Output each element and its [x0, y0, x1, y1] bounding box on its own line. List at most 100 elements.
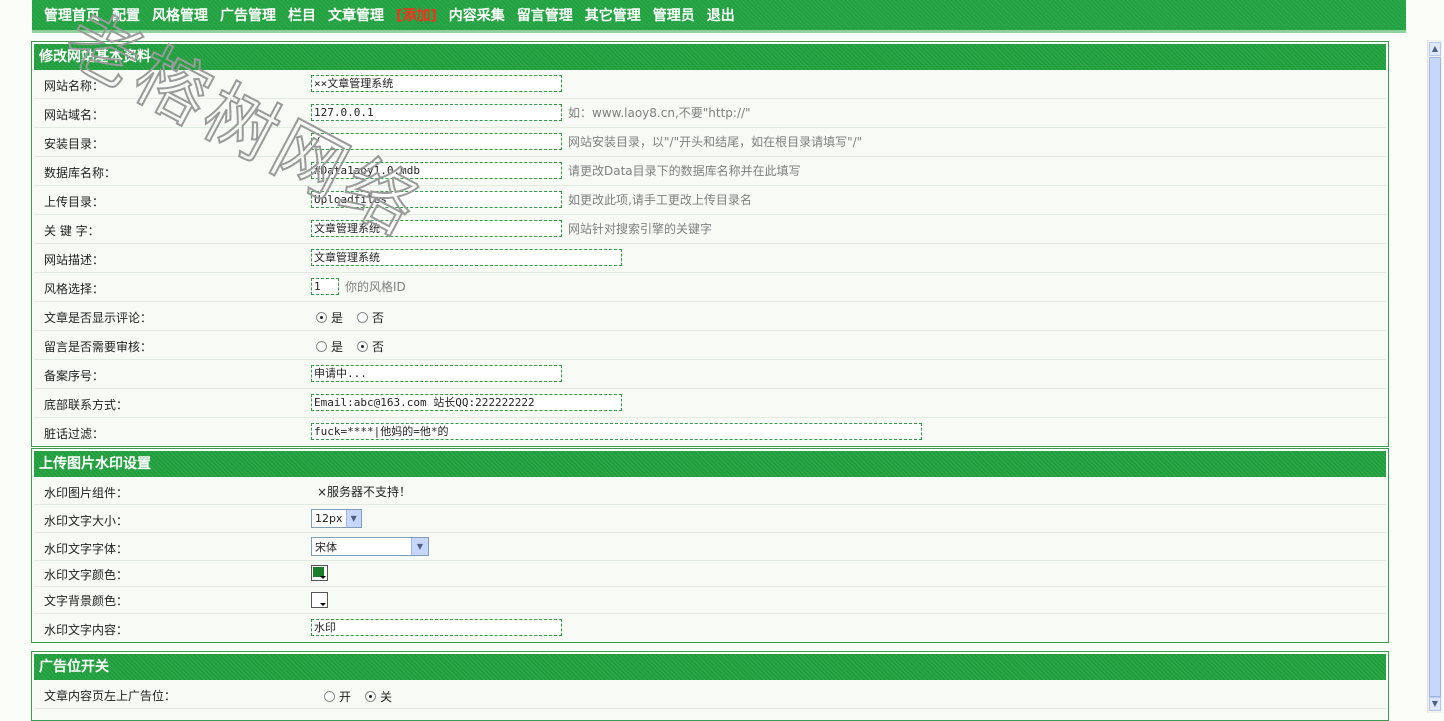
- row-wm-font-face: 水印文字字体： 宋体 ▼: [34, 533, 1386, 561]
- show-comments-yes-radio[interactable]: [316, 312, 327, 323]
- show-comments-label: 文章是否显示评论：: [44, 311, 153, 325]
- wm-bg-color-picker[interactable]: [311, 592, 328, 608]
- db-name-hint: 请更改Data目录下的数据库名称并在此填写: [568, 164, 801, 178]
- ad-switch-panel: 广告位开关 文章内容页左上广告位： 开 关: [31, 651, 1389, 721]
- top-nav: 管理首页 配置 风格管理 广告管理 栏目 文章管理 [添加] 内容采集 留言管理…: [32, 0, 1406, 33]
- style-label: 风格选择：: [44, 282, 105, 296]
- wm-font-color-picker[interactable]: [311, 565, 328, 581]
- contact-label: 底部联系方式：: [44, 398, 129, 412]
- chevron-down-icon: ▼: [411, 538, 428, 555]
- row-icp: 备案序号： 申请中...: [34, 360, 1386, 389]
- row-wm-font-color: 水印文字颜色：: [34, 561, 1386, 587]
- row-description: 网站描述： 文章管理系统: [34, 244, 1386, 273]
- db-name-input[interactable]: #Data1aoy1.0.mdb: [311, 162, 562, 179]
- row-keywords: 关 键 字： 文章管理系统 网站针对搜索引擎的关键字: [34, 215, 1386, 244]
- wm-font-face-select[interactable]: 宋体 ▼: [311, 537, 429, 556]
- site-name-label: 网站名称：: [44, 79, 105, 93]
- install-dir-label: 安装目录：: [44, 137, 105, 151]
- nav-collect[interactable]: 内容采集: [449, 5, 505, 25]
- row-domain: 网站域名： 127.0.0.1 如：www.laoy8.cn,不要"http:/…: [34, 99, 1386, 128]
- wm-font-face-value: 宋体: [315, 540, 337, 554]
- watermark-panel: 上传图片水印设置 水印图片组件： ×服务器不支持！ 水印文字大小： 12px ▼ …: [31, 448, 1389, 643]
- wm-bg-color-label: 文字背景颜色：: [44, 594, 129, 608]
- wm-component-label: 水印图片组件：: [44, 486, 129, 500]
- nav-home[interactable]: 管理首页: [44, 5, 100, 25]
- nav-admin[interactable]: 管理员: [653, 5, 695, 25]
- review-messages-yes-radio[interactable]: [316, 341, 327, 352]
- scroll-thumb[interactable]: [1429, 57, 1441, 697]
- nav-logout[interactable]: 退出: [707, 5, 735, 25]
- review-messages-yes-label: 是: [331, 340, 344, 354]
- row-site-name: 网站名称： ××文章管理系统: [34, 70, 1386, 99]
- install-dir-input[interactable]: /: [311, 133, 562, 150]
- row-review-messages: 留言是否需要审核： 是 否: [34, 331, 1386, 360]
- scroll-down-icon[interactable]: ▼: [1429, 697, 1441, 711]
- ad-top-left-on-radio[interactable]: [324, 691, 335, 702]
- chevron-down-icon: ▼: [345, 510, 361, 527]
- ad-switch-title: 广告位开关: [34, 654, 1386, 680]
- show-comments-no-label: 否: [372, 311, 385, 325]
- icp-input[interactable]: 申请中...: [311, 365, 562, 382]
- description-input[interactable]: 文章管理系统: [311, 249, 622, 266]
- scroll-up-icon[interactable]: ▲: [1429, 42, 1441, 56]
- nav-add[interactable]: [添加]: [396, 5, 437, 25]
- show-comments-no-radio[interactable]: [357, 312, 369, 323]
- wm-text-input[interactable]: 水印: [311, 619, 562, 636]
- row-contact: 底部联系方式： Email:abc@163.com 站长QQ:222222222: [34, 389, 1386, 418]
- ad-top-left-off-label: 关: [380, 690, 393, 704]
- icp-label: 备案序号：: [44, 369, 105, 383]
- row-wm-component: 水印图片组件： ×服务器不支持！: [34, 477, 1386, 505]
- row-upload-dir: 上传目录： Uploadfiles 如更改此项,请手工更改上传目录名: [34, 186, 1386, 215]
- upload-dir-label: 上传目录：: [44, 195, 105, 209]
- keywords-input[interactable]: 文章管理系统: [311, 220, 562, 237]
- row-install-dir: 安装目录： / 网站安装目录，以"/"开头和结尾，如在根目录请填写"/": [34, 128, 1386, 157]
- keywords-label: 关 键 字：: [44, 224, 100, 238]
- upload-dir-input[interactable]: Uploadfiles: [311, 191, 562, 208]
- wm-font-size-value: 12px: [315, 512, 343, 525]
- row-db-name: 数据库名称： #Data1aoy1.0.mdb 请更改Data目录下的数据库名称…: [34, 157, 1386, 186]
- dropdown-arrow-icon: [320, 576, 326, 579]
- domain-input[interactable]: 127.0.0.1: [311, 104, 562, 121]
- watermark-title: 上传图片水印设置: [34, 451, 1386, 477]
- wm-component-value: ×服务器不支持！: [317, 485, 412, 499]
- filter-input[interactable]: fuck=****|他妈的=他*的: [311, 423, 922, 440]
- row-filter: 脏话过滤： fuck=****|他妈的=他*的: [34, 418, 1386, 446]
- nav-ads[interactable]: 广告管理: [220, 5, 276, 25]
- style-hint: 你的风格ID: [345, 280, 406, 294]
- nav-articles[interactable]: 文章管理: [328, 5, 384, 25]
- review-messages-no-label: 否: [372, 340, 385, 354]
- ad-top-left-label: 文章内容页左上广告位：: [44, 689, 177, 703]
- wm-font-size-label: 水印文字大小：: [44, 514, 129, 528]
- domain-hint: 如：www.laoy8.cn,不要"http://": [568, 106, 751, 120]
- site-name-input[interactable]: ××文章管理系统: [311, 75, 562, 92]
- review-messages-no-radio[interactable]: [357, 341, 369, 352]
- wm-font-face-label: 水印文字字体：: [44, 542, 129, 556]
- show-comments-yes-label: 是: [331, 311, 344, 325]
- filter-label: 脏话过滤：: [44, 427, 105, 441]
- contact-input[interactable]: Email:abc@163.com 站长QQ:222222222: [311, 394, 622, 411]
- row-wm-bg-color: 文字背景颜色：: [34, 587, 1386, 614]
- nav-messages[interactable]: 留言管理: [517, 5, 573, 25]
- nav-other[interactable]: 其它管理: [585, 5, 641, 25]
- ad-top-left-on-label: 开: [339, 690, 352, 704]
- nav-config[interactable]: 配置: [112, 5, 140, 25]
- ad-top-left-off-radio[interactable]: [365, 691, 377, 702]
- vertical-scrollbar[interactable]: ▲ ▼: [1427, 40, 1442, 713]
- review-messages-label: 留言是否需要审核：: [44, 340, 153, 354]
- db-name-label: 数据库名称：: [44, 166, 117, 180]
- nav-style[interactable]: 风格管理: [152, 5, 208, 25]
- install-dir-hint: 网站安装目录，以"/"开头和结尾，如在根目录请填写"/": [568, 135, 863, 149]
- wm-text-label: 水印文字内容：: [44, 623, 129, 637]
- site-settings-title: 修改网站基本资料: [34, 44, 1386, 70]
- domain-label: 网站域名：: [44, 108, 105, 122]
- nav-column[interactable]: 栏目: [288, 5, 316, 25]
- wm-font-size-select[interactable]: 12px ▼: [311, 509, 362, 528]
- style-input[interactable]: 1: [311, 278, 339, 295]
- row-wm-font-size: 水印文字大小： 12px ▼: [34, 505, 1386, 533]
- row-show-comments: 文章是否显示评论： 是 否: [34, 302, 1386, 331]
- wm-font-color-label: 水印文字颜色：: [44, 568, 129, 582]
- keywords-hint: 网站针对搜索引擎的关键字: [568, 222, 713, 236]
- dropdown-arrow-icon: [320, 603, 326, 606]
- description-label: 网站描述：: [44, 253, 105, 267]
- site-settings-panel: 修改网站基本资料 网站名称： ××文章管理系统 网站域名： 127.0.0.1 …: [31, 41, 1389, 447]
